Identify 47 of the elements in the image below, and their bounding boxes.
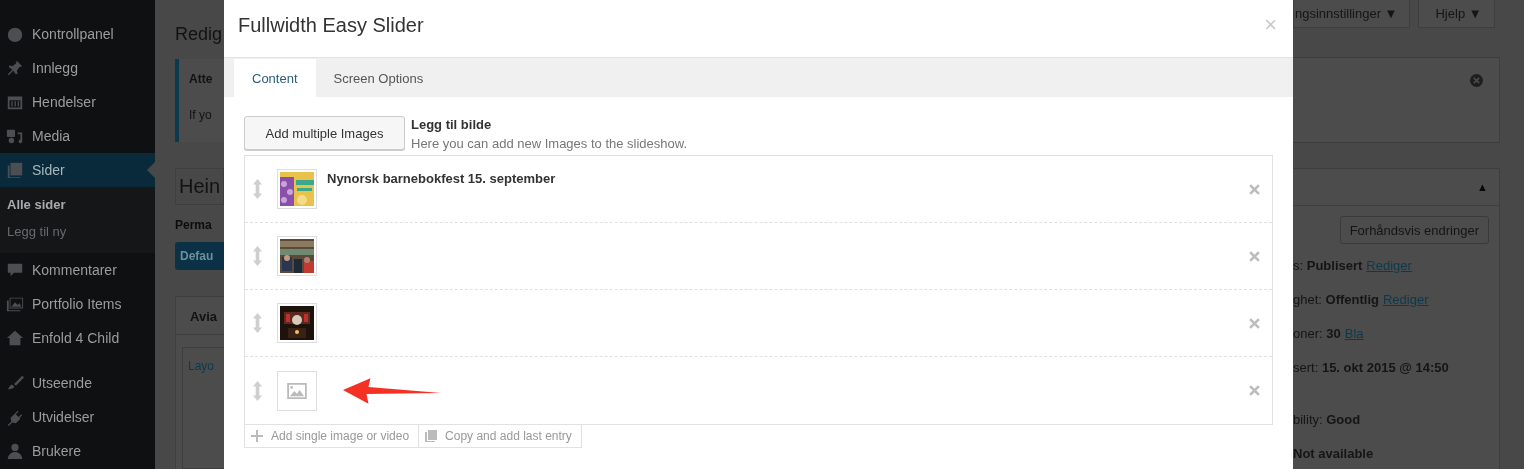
sidebar-item[interactable]: Portfolio Items (0, 287, 155, 321)
image-placeholder-icon (287, 382, 307, 399)
drag-handle-icon[interactable] (252, 313, 263, 333)
sidebar-item[interactable]: Utseende (0, 366, 155, 400)
drag-handle-icon[interactable] (252, 380, 263, 401)
section-title: Legg til bilde (411, 117, 493, 132)
permalink-label: Perma (175, 218, 213, 232)
modal-title: Fullwidth Easy Slider (238, 13, 425, 37)
remove-icon[interactable] (1249, 250, 1260, 262)
sidebar-item[interactable]: Kontrollpanel (0, 17, 155, 51)
dismiss-icon[interactable] (1470, 74, 1483, 87)
sidebar-item[interactable]: Kommentarer (0, 253, 155, 287)
status-text: ghet: Offentlig (1293, 291, 1379, 307)
thumbnail[interactable] (277, 236, 317, 276)
images-icon (6, 295, 24, 313)
submenu-item[interactable]: Alle sider (0, 191, 155, 218)
copy-icon (425, 430, 438, 442)
sidebar-item[interactable]: Brukere (0, 434, 155, 468)
thumbnail[interactable] (277, 169, 317, 209)
tab[interactable]: Content (234, 59, 316, 97)
sidebar-item[interactable]: Hendelser (0, 85, 155, 119)
add-images-button[interactable]: Add multiple Images (244, 116, 405, 150)
remove-icon[interactable] (1249, 183, 1260, 195)
thumbnail[interactable] (277, 370, 317, 411)
person-icon (6, 442, 24, 460)
remove-icon[interactable] (1249, 385, 1260, 396)
plus-icon (251, 430, 263, 442)
pages-icon (6, 161, 24, 179)
media-icon (6, 127, 24, 145)
sidebar-item[interactable]: Enfold 4 Child (0, 321, 155, 355)
tab[interactable]: Screen Options (315, 59, 442, 97)
drag-handle-icon[interactable] (252, 179, 263, 199)
pin-icon (6, 59, 24, 77)
template-button[interactable]: Defau (175, 242, 224, 270)
sidebar-item[interactable]: Utvidelser (0, 400, 155, 434)
sidebar-item[interactable]: Innlegg (0, 51, 155, 85)
slide-title: Nynorsk barnebokfest 15. september (327, 171, 556, 186)
drag-handle-icon[interactable] (252, 246, 263, 266)
section-description: Here you can add new Images to the slideshow. (411, 136, 688, 151)
sidebar-item[interactable]: Sider (0, 153, 155, 187)
sidebar-item[interactable]: Media (0, 119, 155, 153)
plug-icon (6, 408, 24, 426)
notice-title: Atte (189, 72, 214, 86)
house-icon (6, 329, 24, 347)
thumbnail[interactable] (277, 303, 317, 343)
remove-icon[interactable] (1249, 317, 1260, 329)
brush-icon (6, 374, 24, 392)
